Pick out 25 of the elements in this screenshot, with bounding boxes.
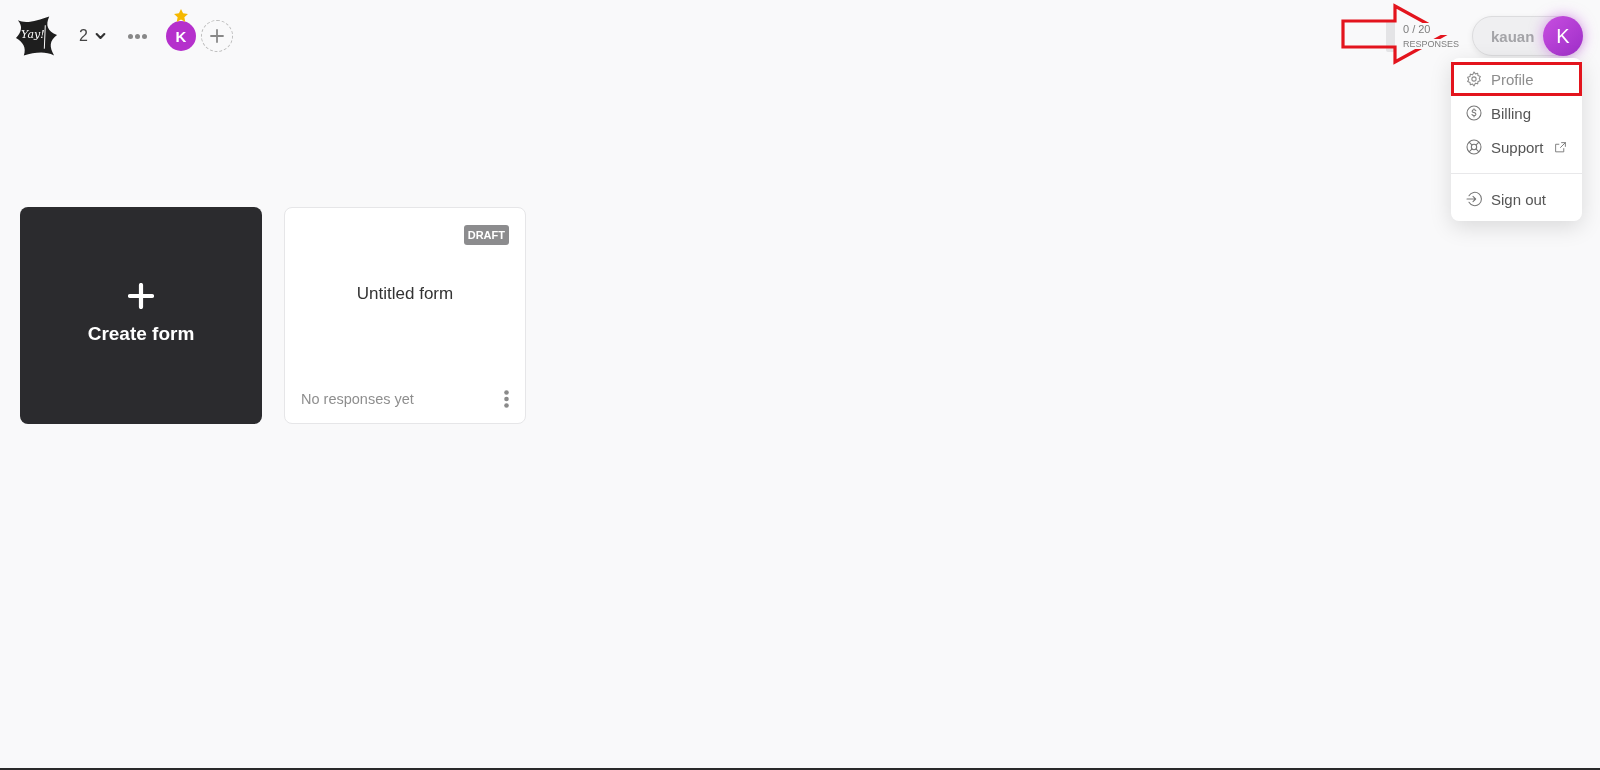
account-button[interactable]: kauan K: [1472, 16, 1583, 56]
plus-icon: [209, 29, 224, 43]
menu-item[interactable]: Sign out: [1451, 182, 1582, 216]
form-title: Untitled form: [356, 283, 454, 305]
menu-item[interactable]: Billing: [1451, 96, 1582, 130]
create-form-button[interactable]: Create form: [20, 207, 262, 424]
user-avatar[interactable]: K: [1543, 16, 1583, 56]
status-badge: DRAFT: [463, 225, 509, 245]
dollar-icon: [1466, 105, 1482, 121]
lifebuoy-icon: [1466, 139, 1482, 155]
workspace-dropdown[interactable]: 2: [77, 25, 108, 47]
usage-caption: RESPONSES: [1402, 39, 1459, 49]
more-button[interactable]: [127, 33, 147, 39]
logo[interactable]: Yay!: [15, 15, 58, 57]
kebab-icon: [504, 390, 509, 408]
response-count: No responses yet: [301, 390, 414, 409]
chevron-down-icon: [94, 32, 106, 40]
options-button[interactable]: [504, 390, 509, 408]
plus-icon: [128, 282, 154, 309]
form-card[interactable]: DRAFT Untitled form No responses yet: [284, 207, 526, 424]
member-avatar[interactable]: K: [165, 21, 196, 51]
gear-icon: [1466, 71, 1482, 87]
menu-item[interactable]: Support: [1451, 130, 1582, 164]
sign-in-arrow-icon: [1466, 191, 1482, 207]
more-icon: [127, 33, 147, 39]
